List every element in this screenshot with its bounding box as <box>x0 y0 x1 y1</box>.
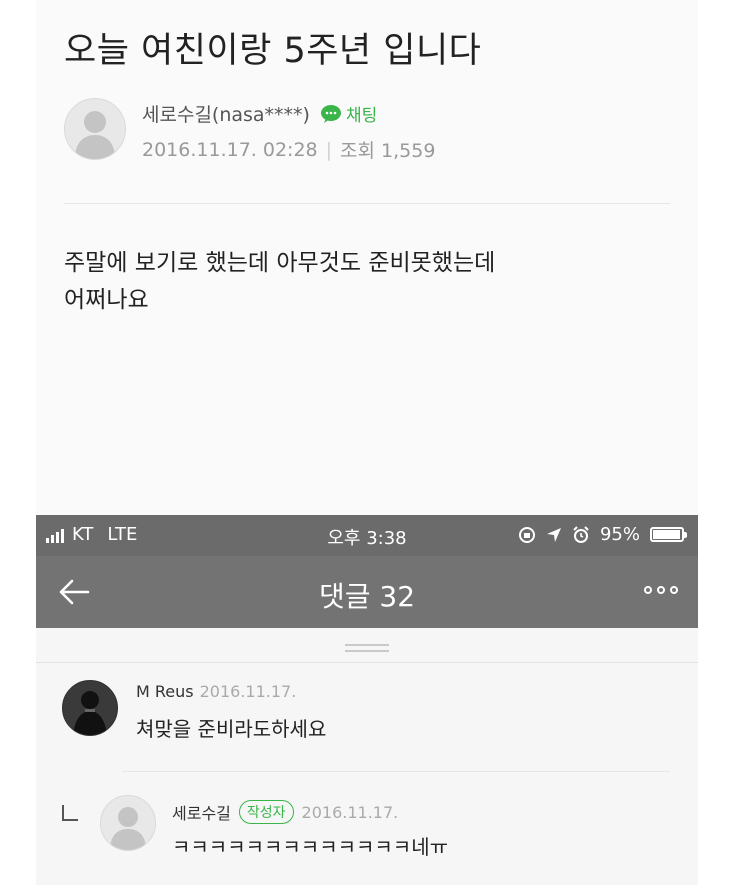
drag-handle[interactable] <box>345 644 389 656</box>
more-icon <box>670 586 678 594</box>
reply-author-name[interactable]: 세로수길 <box>172 800 231 824</box>
meta-separator: | <box>325 138 333 161</box>
reply-text: ㅋㅋㅋㅋㅋㅋㅋㅋㅋㅋㅋㅋㅋ네ㅠ <box>172 835 448 859</box>
more-button[interactable] <box>644 586 678 594</box>
more-icon <box>657 586 665 594</box>
nav-bar: 댓글 32 <box>36 556 698 628</box>
post-date: 2016.11.17. 02:28 <box>142 138 318 161</box>
more-icon <box>644 586 652 594</box>
post-meta: 2016.11.17. 02:28 | 조회 1,559 <box>142 136 435 163</box>
post-divider <box>64 203 670 204</box>
reply-date: 2016.11.17. <box>301 802 399 822</box>
avatar-placeholder-icon <box>65 99 125 159</box>
avatar-photo-icon <box>63 681 117 735</box>
commenter-name[interactable]: M Reus <box>136 682 194 701</box>
comment-section-divider <box>36 662 698 663</box>
phone-screen: KT LTE 오후 3:38 95% 댓글 32 M Reus 2016.11.… <box>36 515 698 885</box>
comment-divider <box>122 771 670 772</box>
location-icon <box>546 527 561 542</box>
reply-avatar[interactable] <box>100 795 156 851</box>
nav-title: 댓글 32 <box>318 580 416 613</box>
lock-rotation-icon <box>518 526 535 543</box>
avatar-placeholder-icon <box>101 796 155 850</box>
post-container: 오늘 여친이랑 5주년 입니다 세로수길(nasa****) 채팅 2016.1… <box>36 0 698 515</box>
comment-header: M Reus 2016.11.17. <box>136 682 296 701</box>
author-line: 세로수길(nasa****) 채팅 <box>142 100 377 127</box>
comment-text: 쳐맞을 준비라도하세요 <box>136 717 327 741</box>
view-count: 조회 1,559 <box>340 140 436 162</box>
post-title: 오늘 여친이랑 5주년 입니다 <box>64 31 482 71</box>
chat-button[interactable]: 채팅 <box>320 101 377 126</box>
commenter-avatar[interactable] <box>62 680 118 736</box>
author-avatar[interactable] <box>64 98 126 160</box>
battery-percent: 95% <box>599 524 640 545</box>
battery-icon <box>650 527 687 542</box>
battery-level <box>653 530 680 539</box>
alarm-icon <box>573 525 589 543</box>
reply-icon <box>62 805 78 821</box>
post-body: 주말에 보기로 했는데 아무것도 준비못했는데 어쩌나요 <box>64 250 496 313</box>
author-badge: 작성자 <box>238 800 294 824</box>
status-bar: KT LTE 오후 3:38 95% <box>36 515 698 556</box>
author-name[interactable]: 세로수길(nasa****) <box>142 100 310 127</box>
chat-bubble-icon <box>320 104 341 123</box>
reply-header: 세로수길 작성자 2016.11.17. <box>172 800 398 824</box>
comment-date: 2016.11.17. <box>199 682 297 701</box>
status-right: 95% <box>518 524 687 545</box>
chat-label: 채팅 <box>345 106 378 126</box>
